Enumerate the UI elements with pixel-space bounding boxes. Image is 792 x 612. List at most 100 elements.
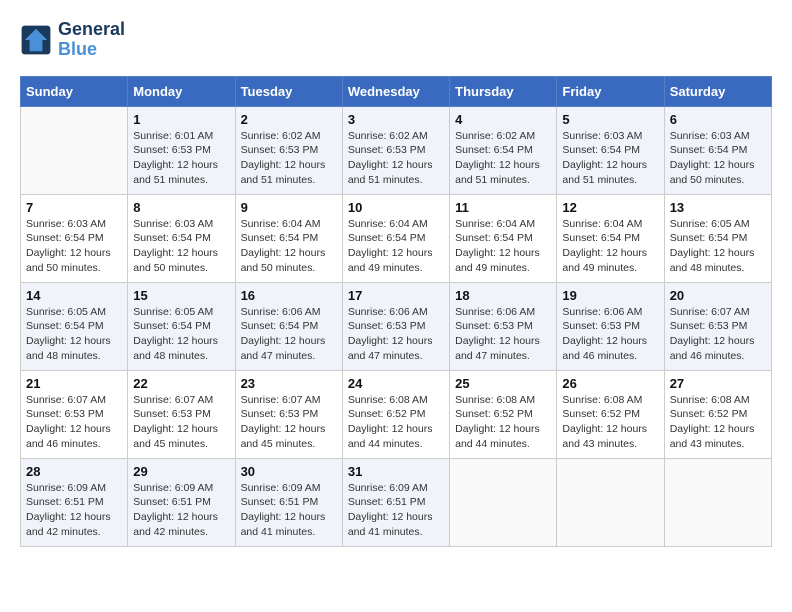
- day-number: 28: [26, 464, 122, 479]
- calendar-cell: 6Sunrise: 6:03 AMSunset: 6:54 PMDaylight…: [664, 106, 771, 194]
- calendar-cell: 9 Sunrise: 6:04 AMSunset: 6:54 PMDaylight…: [235, 194, 342, 282]
- day-number: 10: [348, 200, 444, 215]
- calendar-cell: [664, 458, 771, 546]
- day-number: 31: [348, 464, 444, 479]
- day-number: 19: [562, 288, 658, 303]
- calendar-cell: 31 Sunrise: 6:09 AMSunset: 6:51 PMDayligh…: [342, 458, 449, 546]
- day-number: 22: [133, 376, 229, 391]
- day-info: Sunrise: 6:07 AMSunset: 6:53 PMDaylight:…: [670, 305, 766, 364]
- weekday-header-sunday: Sunday: [21, 76, 128, 106]
- calendar-cell: [21, 106, 128, 194]
- day-info: Sunrise: 6:04 AMSunset: 6:54 PMDaylight:…: [348, 217, 444, 276]
- calendar-cell: 15Sunrise: 6:05 AMSunset: 6:54 PMDayligh…: [128, 282, 235, 370]
- day-number: 1: [133, 112, 229, 127]
- day-number: 11: [455, 200, 551, 215]
- day-number: 30: [241, 464, 337, 479]
- weekday-header-tuesday: Tuesday: [235, 76, 342, 106]
- calendar-cell: 4 Sunrise: 6:02 AMSunset: 6:54 PMDaylight…: [450, 106, 557, 194]
- day-info: Sunrise: 6:03 AMSunset: 6:54 PMDaylight:…: [670, 129, 766, 188]
- calendar-cell: 1 Sunrise: 6:01 AMSunset: 6:53 PMDaylight…: [128, 106, 235, 194]
- calendar-cell: 25Sunrise: 6:08 AMSunset: 6:52 PMDayligh…: [450, 370, 557, 458]
- day-info: Sunrise: 6:07 AMSunset: 6:53 PMDaylight:…: [26, 393, 122, 452]
- day-number: 15: [133, 288, 229, 303]
- day-number: 24: [348, 376, 444, 391]
- calendar-cell: 23Sunrise: 6:07 AMSunset: 6:53 PMDayligh…: [235, 370, 342, 458]
- day-info: Sunrise: 6:06 AMSunset: 6:53 PMDaylight:…: [348, 305, 444, 364]
- day-number: 7: [26, 200, 122, 215]
- weekday-header-row: SundayMondayTuesdayWednesdayThursdayFrid…: [21, 76, 772, 106]
- day-number: 12: [562, 200, 658, 215]
- day-info: Sunrise: 6:05 AMSunset: 6:54 PMDaylight:…: [670, 217, 766, 276]
- calendar-week-row: 21 Sunrise: 6:07 AMSunset: 6:53 PMDayligh…: [21, 370, 772, 458]
- day-number: 16: [241, 288, 337, 303]
- calendar-cell: 24 Sunrise: 6:08 AMSunset: 6:52 PMDayligh…: [342, 370, 449, 458]
- day-info: Sunrise: 6:02 AMSunset: 6:53 PMDaylight:…: [241, 129, 337, 188]
- day-info: Sunrise: 6:03 AMSunset: 6:54 PMDaylight:…: [26, 217, 122, 276]
- day-number: 21: [26, 376, 122, 391]
- day-number: 9: [241, 200, 337, 215]
- calendar-cell: 11 Sunrise: 6:04 AMSunset: 6:54 PMDayligh…: [450, 194, 557, 282]
- day-info: Sunrise: 6:04 AMSunset: 6:54 PMDaylight:…: [455, 217, 551, 276]
- weekday-header-friday: Friday: [557, 76, 664, 106]
- day-info: Sunrise: 6:08 AMSunset: 6:52 PMDaylight:…: [670, 393, 766, 452]
- day-number: 4: [455, 112, 551, 127]
- day-number: 8: [133, 200, 229, 215]
- day-number: 26: [562, 376, 658, 391]
- day-info: Sunrise: 6:03 AMSunset: 6:54 PMDaylight:…: [133, 217, 229, 276]
- calendar-cell: 2 Sunrise: 6:02 AMSunset: 6:53 PMDaylight…: [235, 106, 342, 194]
- calendar-week-row: 7 Sunrise: 6:03 AMSunset: 6:54 PMDaylight…: [21, 194, 772, 282]
- calendar-week-row: 28 Sunrise: 6:09 AMSunset: 6:51 PMDayligh…: [21, 458, 772, 546]
- day-info: Sunrise: 6:04 AMSunset: 6:54 PMDaylight:…: [562, 217, 658, 276]
- calendar-cell: 20Sunrise: 6:07 AMSunset: 6:53 PMDayligh…: [664, 282, 771, 370]
- calendar-cell: 5Sunrise: 6:03 AMSunset: 6:54 PMDaylight…: [557, 106, 664, 194]
- calendar-cell: 26 Sunrise: 6:08 AMSunset: 6:52 PMDayligh…: [557, 370, 664, 458]
- day-number: 3: [348, 112, 444, 127]
- calendar-cell: 30 Sunrise: 6:09 AMSunset: 6:51 PMDayligh…: [235, 458, 342, 546]
- day-number: 17: [348, 288, 444, 303]
- day-info: Sunrise: 6:01 AMSunset: 6:53 PMDaylight:…: [133, 129, 229, 188]
- calendar-cell: 19Sunrise: 6:06 AMSunset: 6:53 PMDayligh…: [557, 282, 664, 370]
- logo-text: General Blue: [58, 20, 125, 60]
- calendar-cell: [450, 458, 557, 546]
- calendar-cell: 3 Sunrise: 6:02 AMSunset: 6:53 PMDaylight…: [342, 106, 449, 194]
- calendar-cell: [557, 458, 664, 546]
- calendar-cell: 29 Sunrise: 6:09 AMSunset: 6:51 PMDayligh…: [128, 458, 235, 546]
- day-info: Sunrise: 6:08 AMSunset: 6:52 PMDaylight:…: [455, 393, 551, 452]
- day-number: 27: [670, 376, 766, 391]
- weekday-header-thursday: Thursday: [450, 76, 557, 106]
- calendar-cell: 7 Sunrise: 6:03 AMSunset: 6:54 PMDaylight…: [21, 194, 128, 282]
- calendar-week-row: 14 Sunrise: 6:05 AMSunset: 6:54 PMDayligh…: [21, 282, 772, 370]
- day-info: Sunrise: 6:02 AMSunset: 6:54 PMDaylight:…: [455, 129, 551, 188]
- day-info: Sunrise: 6:04 AMSunset: 6:54 PMDaylight:…: [241, 217, 337, 276]
- day-info: Sunrise: 6:09 AMSunset: 6:51 PMDaylight:…: [241, 481, 337, 540]
- calendar-cell: 18 Sunrise: 6:06 AMSunset: 6:53 PMDayligh…: [450, 282, 557, 370]
- day-number: 18: [455, 288, 551, 303]
- day-info: Sunrise: 6:08 AMSunset: 6:52 PMDaylight:…: [562, 393, 658, 452]
- calendar-cell: 28 Sunrise: 6:09 AMSunset: 6:51 PMDayligh…: [21, 458, 128, 546]
- day-info: Sunrise: 6:09 AMSunset: 6:51 PMDaylight:…: [26, 481, 122, 540]
- day-info: Sunrise: 6:09 AMSunset: 6:51 PMDaylight:…: [133, 481, 229, 540]
- day-info: Sunrise: 6:06 AMSunset: 6:53 PMDaylight:…: [455, 305, 551, 364]
- day-info: Sunrise: 6:05 AMSunset: 6:54 PMDaylight:…: [26, 305, 122, 364]
- day-number: 5: [562, 112, 658, 127]
- calendar-cell: 22Sunrise: 6:07 AMSunset: 6:53 PMDayligh…: [128, 370, 235, 458]
- calendar-cell: 16 Sunrise: 6:06 AMSunset: 6:54 PMDayligh…: [235, 282, 342, 370]
- day-number: 23: [241, 376, 337, 391]
- calendar-cell: 13Sunrise: 6:05 AMSunset: 6:54 PMDayligh…: [664, 194, 771, 282]
- day-info: Sunrise: 6:08 AMSunset: 6:52 PMDaylight:…: [348, 393, 444, 452]
- weekday-header-saturday: Saturday: [664, 76, 771, 106]
- logo-icon: [20, 24, 52, 56]
- day-number: 14: [26, 288, 122, 303]
- day-info: Sunrise: 6:02 AMSunset: 6:53 PMDaylight:…: [348, 129, 444, 188]
- calendar-week-row: 1 Sunrise: 6:01 AMSunset: 6:53 PMDaylight…: [21, 106, 772, 194]
- calendar-cell: 21 Sunrise: 6:07 AMSunset: 6:53 PMDayligh…: [21, 370, 128, 458]
- day-info: Sunrise: 6:09 AMSunset: 6:51 PMDaylight:…: [348, 481, 444, 540]
- day-info: Sunrise: 6:06 AMSunset: 6:54 PMDaylight:…: [241, 305, 337, 364]
- calendar-cell: 8 Sunrise: 6:03 AMSunset: 6:54 PMDaylight…: [128, 194, 235, 282]
- page-header: General Blue: [20, 20, 772, 60]
- calendar-cell: 17 Sunrise: 6:06 AMSunset: 6:53 PMDayligh…: [342, 282, 449, 370]
- calendar-cell: 12 Sunrise: 6:04 AMSunset: 6:54 PMDayligh…: [557, 194, 664, 282]
- weekday-header-monday: Monday: [128, 76, 235, 106]
- day-number: 2: [241, 112, 337, 127]
- day-number: 29: [133, 464, 229, 479]
